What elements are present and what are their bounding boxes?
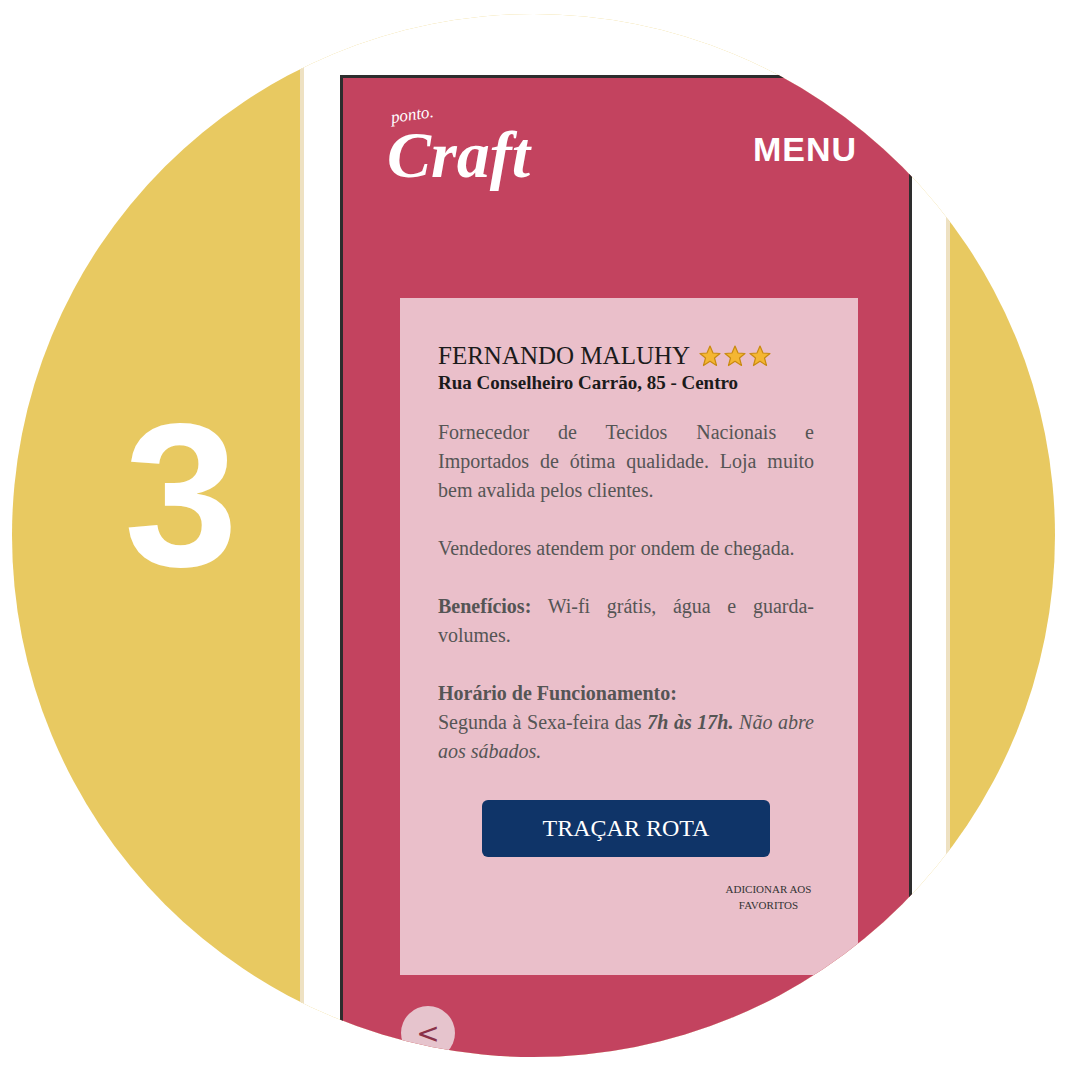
- star-icon: [748, 344, 772, 368]
- store-name: FERNANDO MALUHY: [438, 342, 690, 370]
- logo[interactable]: ponto.Craft: [387, 108, 530, 188]
- header: ponto.Craft MENU: [343, 78, 909, 298]
- menu-button[interactable]: MENU: [753, 130, 857, 169]
- rating: [698, 344, 772, 368]
- step-badge: 3 ponto.Craft MENU FERNANDO MALUHYRua Conse…: [12, 14, 1055, 1057]
- store-title-row: FERNANDO MALUHY: [438, 342, 814, 370]
- star-icon: [698, 344, 722, 368]
- hours-text: Segunda à Sexa-feira das: [438, 711, 647, 733]
- star-icon: [723, 344, 747, 368]
- hours: Horário de Funcionamento: Segunda à Sexa-…: [438, 679, 814, 766]
- description: Fornecedor de Tecidos Nacionais e Import…: [438, 418, 814, 505]
- favorite-row: ADICIONAR AOS FAVORITOS: [438, 881, 814, 913]
- hours-text: 7h às 17h.: [647, 711, 733, 733]
- benefits-label: Benefícios:: [438, 595, 531, 617]
- description: Vendedores atendem por ondem de chegada.: [438, 534, 814, 563]
- logo-name: Craft: [387, 122, 530, 188]
- route-button[interactable]: TRAÇAR ROTA: [482, 800, 770, 857]
- app-screen: ponto.Craft MENU FERNANDO MALUHYRua Consel…: [340, 75, 912, 1057]
- back-button[interactable]: <: [401, 1006, 455, 1057]
- favorite-link[interactable]: ADICIONAR AOS FAVORITOS: [711, 881, 826, 913]
- store-address: Rua Conselheiro Carrão, 85 - Centro: [438, 372, 814, 394]
- store-card: FERNANDO MALUHYRua Conselheiro Carrão, 8…: [400, 298, 858, 975]
- hours-label: Horário de Funcionamento:: [438, 679, 814, 708]
- phone-frame: ponto.Craft MENU FERNANDO MALUHYRua Consel…: [300, 14, 950, 1057]
- step-number: 3: [124, 392, 238, 597]
- route-row: TRAÇAR ROTA: [438, 800, 814, 857]
- benefits: Benefícios: Wi-fi grátis, água e guarda-…: [438, 592, 814, 650]
- page: 3 ponto.Craft MENU FERNANDO MALUHYRua Conse…: [0, 0, 1069, 1069]
